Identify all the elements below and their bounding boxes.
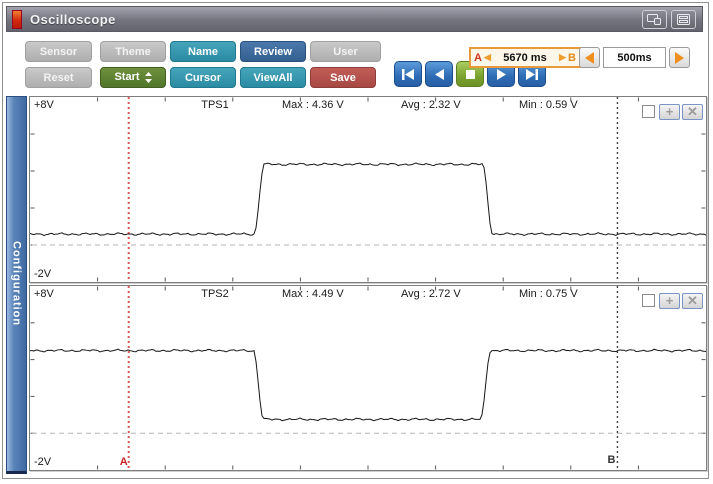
sidebar-tab-label: Configuration	[10, 241, 23, 327]
cursor-a-tag: A	[474, 51, 482, 64]
channel-select-checkbox[interactable]	[642, 105, 655, 118]
start-button-label: Start	[114, 71, 140, 83]
step-forward-icon	[496, 68, 506, 80]
triangle-left-icon: ◀	[483, 52, 491, 62]
step-back-button[interactable]	[425, 61, 453, 87]
y-min-label: -2V	[34, 456, 52, 468]
stat-min: Min : 0.75 V	[519, 288, 578, 300]
stat-avg: Avg : 2.32 V	[401, 99, 461, 111]
zoom-plus-icon[interactable]: +	[659, 293, 680, 309]
cursor-b-tag: B	[568, 51, 576, 64]
channel-name: TPS2	[201, 288, 229, 300]
name-button[interactable]: Name	[170, 41, 236, 62]
sidebar-tab-configuration[interactable]: Configuration	[6, 96, 27, 474]
channel-panel: +8V TPS2 Max : 4.49 V Avg : 2.72 V Min :…	[29, 285, 707, 471]
theme-button[interactable]: Theme	[100, 41, 166, 62]
arrow-left-icon	[585, 51, 594, 64]
close-channel-icon[interactable]: ✕	[682, 104, 703, 120]
channel-select-checkbox[interactable]	[642, 294, 655, 307]
triangle-right-icon: ▶	[559, 52, 567, 62]
skip-to-start-icon	[402, 68, 414, 80]
title-bar: Oscilloscope	[6, 6, 703, 32]
cursor-button[interactable]: Cursor	[170, 67, 236, 88]
start-button[interactable]: Start	[100, 67, 166, 88]
stat-min: Min : 0.59 V	[519, 99, 578, 111]
new-window-icon[interactable]	[642, 9, 667, 29]
viewall-button[interactable]: ViewAll	[240, 67, 306, 88]
stop-icon	[465, 69, 475, 79]
close-channel-icon[interactable]: ✕	[682, 293, 703, 309]
timebase-decrease-button[interactable]	[579, 47, 600, 68]
oscilloscope-window: Oscilloscope Sensor Theme Name Review Us…	[2, 2, 709, 479]
channel-panel: +8V TPS1 Max : 4.36 V Avg : 2.32 V Min :…	[29, 96, 707, 283]
reset-button[interactable]: Reset	[25, 67, 92, 88]
y-min-label: -2V	[34, 268, 52, 280]
waveform-plot[interactable]	[30, 286, 706, 470]
spinner-updown-icon	[144, 72, 152, 83]
stat-max: Max : 4.36 V	[282, 99, 344, 111]
cursor-a-label[interactable]: A	[120, 456, 128, 468]
timebase-increase-button[interactable]	[669, 47, 690, 68]
skip-to-start-button[interactable]	[394, 61, 422, 87]
user-setting-button[interactable]: User Setting	[310, 41, 381, 77]
stat-max: Max : 4.49 V	[282, 288, 344, 300]
review-button[interactable]: Review	[240, 41, 306, 62]
window-title: Oscilloscope	[30, 11, 116, 27]
cursor-b-label[interactable]: B	[607, 454, 615, 466]
channel-name: TPS1	[201, 99, 229, 111]
y-max-label: +8V	[34, 99, 54, 111]
ab-time-value: 5670 ms	[503, 51, 547, 64]
skip-to-end-icon	[526, 68, 538, 80]
step-back-icon	[434, 68, 444, 80]
arrow-right-icon	[675, 51, 684, 64]
waveform-plot[interactable]	[30, 97, 706, 282]
y-max-label: +8V	[34, 288, 54, 300]
sensor-button[interactable]: Sensor	[25, 41, 92, 62]
timebase-value: 500ms	[603, 47, 666, 68]
ab-time-display: A ◀ 5670 ms ▶ B	[469, 47, 581, 68]
tile-windows-icon[interactable]	[671, 9, 696, 29]
stat-avg: Avg : 2.72 V	[401, 288, 461, 300]
zoom-plus-icon[interactable]: +	[659, 104, 680, 120]
app-icon	[12, 9, 22, 29]
save-button[interactable]: Save	[310, 67, 376, 88]
